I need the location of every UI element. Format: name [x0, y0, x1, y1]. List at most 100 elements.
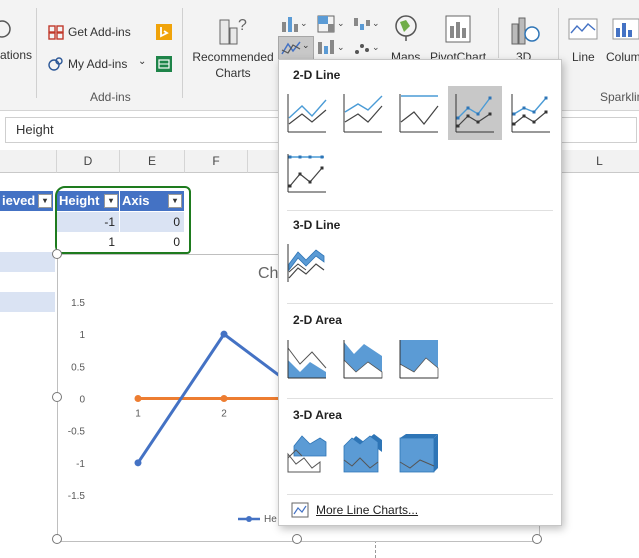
- table-header-partial[interactable]: ieved ▾: [0, 191, 53, 211]
- tile-100-stacked-area[interactable]: [396, 336, 442, 382]
- tile-stacked-line-with-markers[interactable]: [508, 90, 554, 136]
- tile-line[interactable]: [284, 90, 330, 136]
- section-title-3d-area: 3-D Area: [293, 408, 342, 422]
- table-cell[interactable]: [0, 232, 55, 253]
- line-with-markers-icon: [455, 94, 494, 133]
- people-graph-icon[interactable]: [156, 56, 172, 72]
- data-point-axis[interactable]: [134, 395, 142, 402]
- percent-stacked-line-icon: [399, 94, 439, 133]
- percent-stacked-line-markers-icon: [287, 154, 326, 193]
- tile-area[interactable]: [284, 336, 330, 382]
- y-tick-label: 0.5: [71, 362, 85, 373]
- column-header-g[interactable]: [248, 150, 279, 173]
- ribbon-separator: [498, 8, 499, 58]
- column-header-f[interactable]: F: [185, 150, 248, 173]
- line-chart-gallery: 2-D Line 3-D Line 2-D Area 3-D Area More…: [278, 59, 562, 526]
- addins-group-label: Add-ins: [90, 90, 131, 104]
- column-header-l[interactable]: L: [560, 150, 639, 173]
- table-cell[interactable]: [0, 252, 55, 272]
- recommended-charts-label-1: Recommended: [192, 50, 274, 64]
- legend-label[interactable]: He: [264, 514, 277, 525]
- table-header-partial-label: ieved: [2, 193, 36, 208]
- tile-3d-line[interactable]: [284, 240, 330, 286]
- x-tick-label: 1: [135, 409, 141, 420]
- tile-3d-100-stacked-area[interactable]: [396, 430, 442, 476]
- 3d-area-icon: [287, 435, 327, 473]
- sparkline-line-label[interactable]: Line: [572, 50, 595, 64]
- bing-icon[interactable]: [156, 24, 172, 40]
- y-tick-label: -1.5: [68, 491, 86, 502]
- table-cell[interactable]: [0, 292, 55, 312]
- section-divider: [287, 494, 553, 495]
- formula-value: Height: [16, 122, 54, 137]
- resize-handle[interactable]: [52, 392, 62, 402]
- resize-handle[interactable]: [52, 249, 62, 259]
- tile-3d-stacked-area[interactable]: [340, 430, 386, 476]
- recommended-charts-button[interactable]: ? Recommended Charts: [192, 10, 274, 86]
- tile-stacked-area[interactable]: [340, 336, 386, 382]
- my-addins-label: My Add-ins: [68, 57, 128, 71]
- sparkline-column-icon[interactable]: [612, 18, 639, 40]
- tile-100-stacked-line[interactable]: [396, 90, 442, 136]
- table-cell[interactable]: [0, 272, 55, 293]
- pie-chart-icon[interactable]: [316, 38, 336, 58]
- chevron-down-icon[interactable]: ⌄: [300, 18, 308, 29]
- table-cell[interactable]: [0, 212, 55, 233]
- chevron-down-icon[interactable]: ⌄: [372, 18, 380, 29]
- legend-marker: [238, 513, 260, 523]
- section-title-3d-line: 3-D Line: [293, 218, 341, 232]
- sparkline-line-icon[interactable]: [568, 18, 598, 40]
- stacked-area-icon: [343, 340, 383, 379]
- store-icon: [48, 24, 64, 40]
- 3d-map-icon[interactable]: [510, 14, 540, 46]
- table-cell[interactable]: -1: [57, 212, 119, 232]
- percent-stacked-area-icon: [399, 340, 439, 379]
- data-point-height[interactable]: [220, 330, 228, 338]
- y-tick-label: 0: [79, 395, 85, 406]
- tile-stacked-line[interactable]: [340, 90, 386, 136]
- stacked-line-markers-icon: [511, 94, 550, 133]
- data-point-axis[interactable]: [220, 395, 228, 402]
- pivotchart-icon[interactable]: [444, 14, 472, 44]
- filter-dropdown-icon[interactable]: ▾: [38, 194, 52, 208]
- resize-handle[interactable]: [532, 534, 542, 544]
- chart-title[interactable]: Ch: [258, 265, 278, 283]
- more-line-charts-link[interactable]: More Line Charts...: [316, 503, 418, 517]
- get-addins-label: Get Add-ins: [68, 25, 131, 39]
- column-chart-icon[interactable]: [280, 14, 300, 34]
- column-header-e[interactable]: E: [120, 150, 185, 173]
- resize-handle[interactable]: [52, 534, 62, 544]
- table-cell[interactable]: 1: [57, 232, 119, 252]
- chevron-down-icon[interactable]: ⌄: [337, 18, 345, 29]
- y-tick-label: 1.5: [71, 298, 85, 309]
- column-header-partial[interactable]: [0, 150, 57, 173]
- recommended-charts-label-2: Charts: [215, 66, 251, 80]
- tile-line-with-markers[interactable]: [448, 86, 502, 140]
- tile-100-stacked-line-with-markers[interactable]: [284, 150, 330, 196]
- line-chart-button[interactable]: ⌄: [278, 36, 314, 60]
- scatter-chart-icon[interactable]: [352, 38, 372, 58]
- waterfall-chart-icon[interactable]: [352, 14, 372, 34]
- section-divider: [287, 210, 553, 211]
- column-header-d[interactable]: D: [57, 150, 120, 173]
- tile-3d-area[interactable]: [284, 430, 330, 476]
- hierarchy-chart-icon[interactable]: [316, 14, 336, 34]
- resize-handle[interactable]: [292, 534, 302, 544]
- partial-icon[interactable]: [0, 18, 12, 40]
- table-cell[interactable]: 0: [120, 232, 184, 252]
- sparkline-column-label[interactable]: Colum: [606, 50, 639, 64]
- chevron-down-icon[interactable]: ⌄: [372, 42, 380, 53]
- 3d-percent-stacked-area-icon: [399, 434, 438, 473]
- area-chart-icon: [287, 340, 327, 379]
- chevron-down-icon: ⌄: [302, 40, 310, 50]
- addins-icon: [48, 56, 64, 72]
- table-cell[interactable]: 0: [120, 212, 184, 232]
- maps-icon[interactable]: [392, 14, 420, 42]
- ribbon-separator: [182, 8, 183, 98]
- data-point-height[interactable]: [134, 459, 142, 467]
- svg-text:?: ?: [238, 17, 247, 34]
- ribbon-partial-label[interactable]: ations: [0, 48, 32, 62]
- chevron-down-icon[interactable]: ⌄: [337, 42, 345, 53]
- line-chart-icon: [287, 94, 327, 133]
- line-chart-icon: [281, 39, 301, 57]
